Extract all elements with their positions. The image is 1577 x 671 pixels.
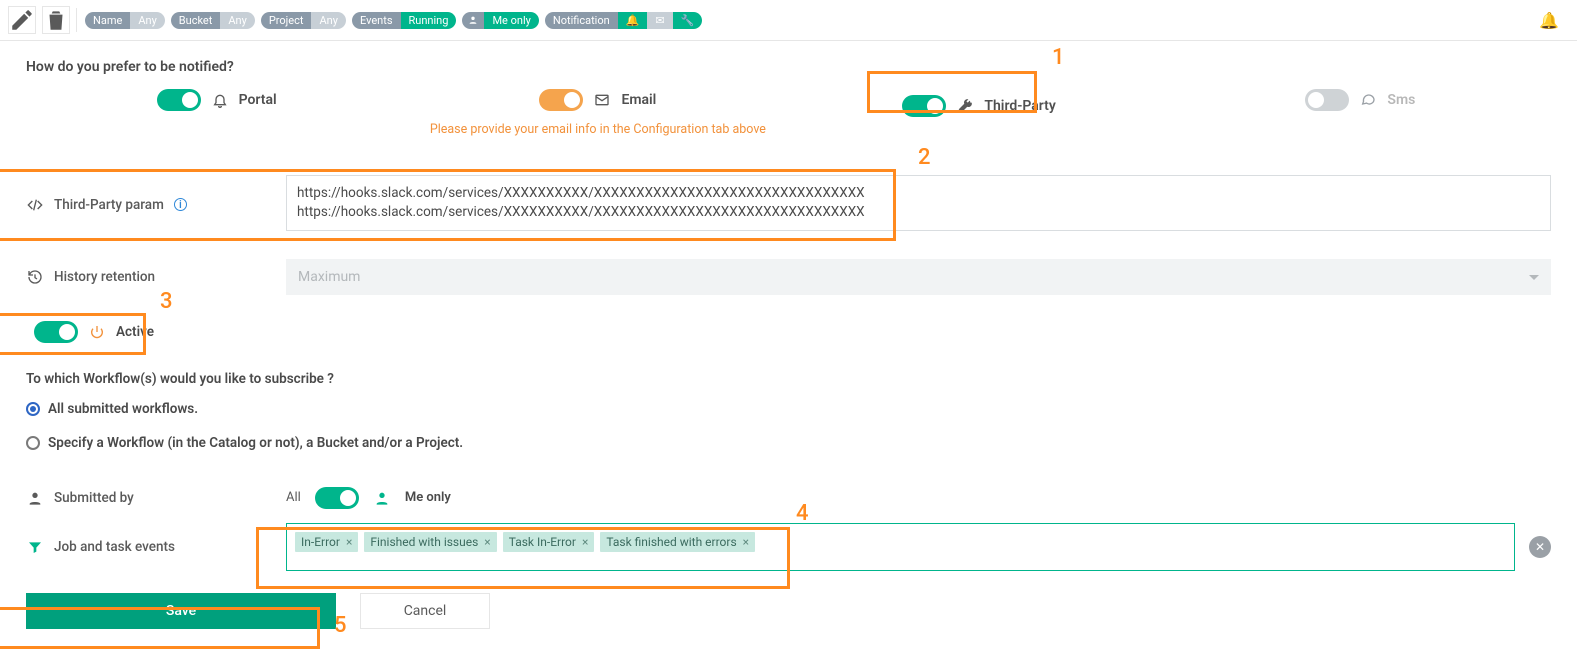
radio-icon (26, 436, 40, 450)
bell-icon: 🔔 (618, 12, 648, 29)
notifications-bell-icon[interactable]: 🔔 (1539, 11, 1569, 30)
thirdparty-label: Third-Party (984, 98, 1055, 114)
thirdparty-toggle[interactable] (902, 95, 946, 117)
radio-specify-workflow[interactable]: Specify a Workflow (in the Catalog or no… (26, 435, 1551, 451)
edit-button[interactable] (8, 6, 36, 34)
wrench-icon (956, 97, 974, 115)
sms-toggle[interactable] (1305, 89, 1349, 111)
thirdparty-param-input[interactable] (286, 175, 1551, 231)
mail-icon (593, 91, 611, 109)
events-tags-input[interactable]: In-Error × Finished with issues × Task In-… (286, 523, 1515, 571)
events-label: Job and task events (26, 538, 266, 556)
filter-bucket[interactable]: Bucket Any (171, 12, 255, 29)
delete-button[interactable] (42, 6, 70, 34)
power-icon (88, 323, 106, 341)
cancel-button[interactable]: Cancel (360, 593, 490, 629)
submittedby-me: Me only (405, 490, 451, 505)
filter-user[interactable]: Me only (462, 12, 538, 29)
active-row: Active (26, 315, 162, 349)
filter-project[interactable]: Project Any (261, 12, 346, 29)
email-toggle[interactable] (539, 89, 583, 111)
portal-toggle[interactable] (157, 89, 201, 111)
bell-icon (211, 91, 229, 109)
radio-all-workflows[interactable]: All submitted workflows. (26, 401, 1551, 417)
email-label: Email (621, 92, 656, 108)
active-toggle[interactable] (34, 321, 78, 343)
event-tag[interactable]: Task In-Error × (503, 532, 595, 552)
filter-events[interactable]: Events Running (352, 12, 456, 29)
wrench-icon: 🔧 (673, 12, 703, 29)
radio-icon (26, 402, 40, 416)
subscribe-question: To which Workflow(s) would you like to s… (26, 371, 1551, 387)
filter-icon (26, 538, 44, 556)
history-icon (26, 268, 44, 286)
remove-tag-icon[interactable]: × (743, 535, 749, 549)
user-icon (26, 489, 44, 507)
filter-name[interactable]: Name Any (85, 12, 165, 29)
thirdparty-param-label: Third-Party param i (26, 196, 266, 214)
remove-tag-icon[interactable]: × (484, 535, 490, 549)
filter-notification[interactable]: Notification 🔔 ✉ 🔧 (545, 12, 702, 29)
remove-tag-icon[interactable]: × (346, 535, 352, 549)
channel-row: Portal Email Please provide your email i… (26, 89, 1551, 139)
notify-question: How do you prefer to be notified? (26, 59, 1551, 75)
event-tag[interactable]: In-Error × (295, 532, 358, 552)
history-select[interactable]: Maximum (286, 259, 1551, 295)
sms-label: Sms (1387, 92, 1415, 108)
submittedby-all: All (286, 490, 301, 505)
email-hint: Please provide your email info in the Co… (418, 121, 778, 139)
chat-icon (1359, 91, 1377, 109)
mail-icon: ✉ (647, 12, 672, 29)
submittedby-toggle[interactable] (315, 487, 359, 509)
clear-tags-button[interactable]: ✕ (1529, 536, 1551, 558)
top-toolbar: Name Any Bucket Any Project Any Events R… (0, 0, 1577, 41)
remove-tag-icon[interactable]: × (582, 535, 588, 549)
info-icon[interactable]: i (174, 198, 187, 211)
code-icon (26, 196, 44, 214)
event-tag[interactable]: Finished with issues × (364, 532, 496, 552)
user-icon (373, 489, 391, 507)
event-tag[interactable]: Task finished with errors × (600, 532, 755, 552)
portal-label: Portal (239, 92, 277, 108)
save-button[interactable]: Save (26, 593, 336, 629)
callout-num-2: 2 (918, 145, 931, 170)
history-label: History retention (26, 268, 266, 286)
submittedby-label: Submitted by (26, 489, 266, 507)
